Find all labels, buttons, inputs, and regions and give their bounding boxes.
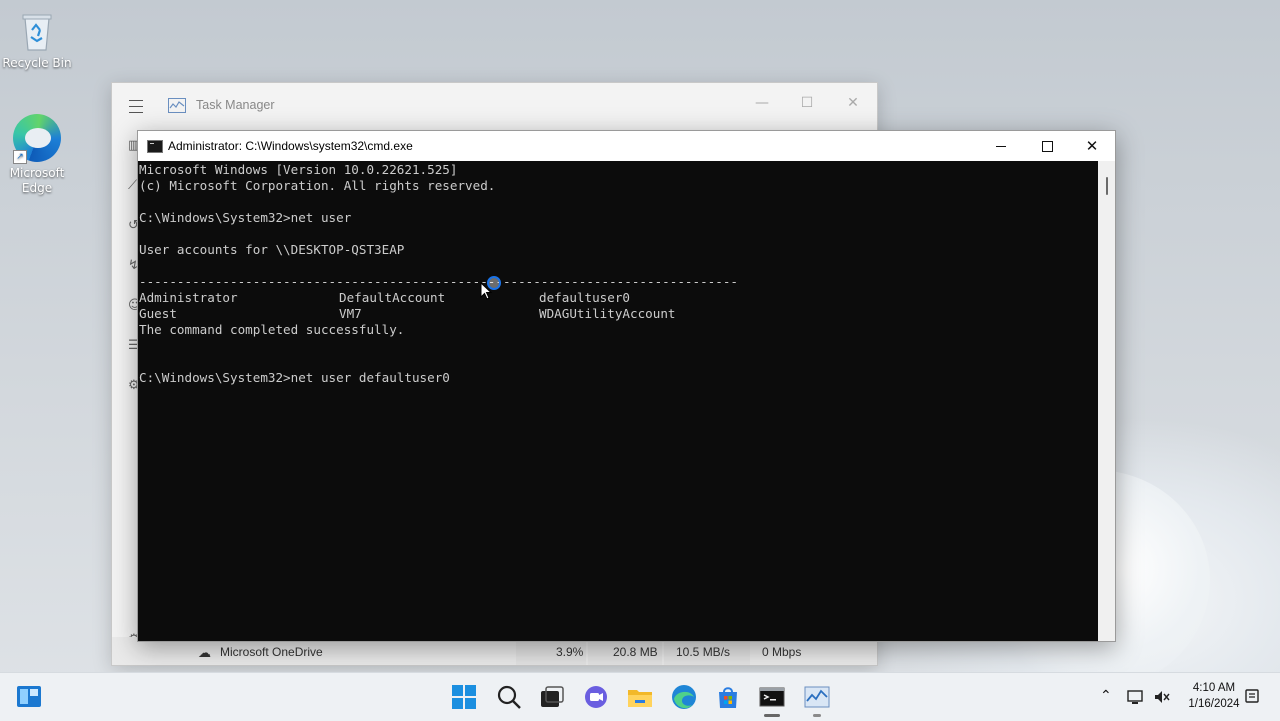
cloud-off-icon: ☁ <box>198 645 211 660</box>
hamburger-menu-icon[interactable] <box>129 100 143 113</box>
task-view-icon[interactable] <box>538 683 566 711</box>
console-prompt: C:\Windows\System32>net user defaultuser… <box>139 370 450 385</box>
clock-time[interactable]: 4:10 AM <box>1182 682 1246 694</box>
vertical-scrollbar[interactable] <box>1098 161 1115 641</box>
console-line: Microsoft Windows [Version 10.0.22621.52… <box>139 162 458 177</box>
recycle-bin-icon <box>19 10 55 52</box>
notification-icon[interactable] <box>1244 687 1262 707</box>
close-button[interactable]: ✕ <box>838 91 868 115</box>
console-output[interactable]: Microsoft Windows [Version 10.0.22621.52… <box>138 161 1098 641</box>
network-icon[interactable] <box>1126 687 1146 707</box>
maximize-button[interactable] <box>1024 131 1070 161</box>
account-name: WDAGUtilityAccount <box>539 306 676 321</box>
process-name: Microsoft OneDrive <box>220 645 323 659</box>
widgets-icon[interactable] <box>15 683 43 711</box>
file-explorer-icon[interactable] <box>626 683 654 711</box>
account-name: DefaultAccount <box>339 290 446 305</box>
task-manager-running-indicator <box>813 714 821 717</box>
account-name: Administrator <box>139 290 238 305</box>
edge-taskbar-icon[interactable] <box>670 683 698 711</box>
account-name: defaultuser0 <box>539 290 630 305</box>
mouse-pointer-icon <box>480 281 493 303</box>
desktop-icon-recycle-bin[interactable]: Recycle Bin <box>1 10 73 70</box>
start-button[interactable] <box>450 683 478 711</box>
account-name: Guest <box>139 306 177 321</box>
maximize-button[interactable]: ☐ <box>792 91 822 115</box>
terminal-active-indicator <box>764 714 780 717</box>
taskbar: ⌃ 4:10 AM 1/16/2024 <box>0 672 1280 721</box>
task-manager-app-icon <box>168 98 186 113</box>
desktop-icon-label: Recycle Bin <box>2 56 72 70</box>
minimize-button[interactable] <box>978 131 1024 161</box>
terminal-icon[interactable] <box>758 683 786 711</box>
console-line: C:\Windows\System32>net user <box>139 210 352 225</box>
console-line: User accounts for \\DESKTOP-QST3EAP <box>139 242 405 257</box>
microsoft-store-icon[interactable] <box>714 683 742 711</box>
desktop-icon-edge[interactable]: ↗ Microsoft Edge <box>1 114 73 196</box>
console-icon <box>147 140 163 153</box>
console-line: (c) Microsoft Corporation. All rights re… <box>139 178 496 193</box>
chevron-up-icon[interactable]: ⌃ <box>1100 687 1112 704</box>
cmd-titlebar[interactable]: Administrator: C:\Windows\system32\cmd.e… <box>138 131 1115 161</box>
desktop-icon-label: Microsoft Edge <box>9 166 65 195</box>
close-button[interactable]: ✕ <box>1069 131 1115 161</box>
account-name: VM7 <box>339 306 362 321</box>
console-separator: ----------------------------------------… <box>139 274 738 289</box>
memory-value: 20.8 MB <box>613 645 658 659</box>
edge-icon: ↗ <box>13 114 61 164</box>
cmd-window[interactable]: Administrator: C:\Windows\system32\cmd.e… <box>137 130 1116 642</box>
network-value: 0 Mbps <box>762 645 802 659</box>
task-manager-taskbar-icon[interactable] <box>803 683 831 711</box>
task-manager-title: Task Manager <box>196 98 275 112</box>
volume-muted-icon[interactable] <box>1152 687 1172 707</box>
shortcut-arrow-icon: ↗ <box>13 150 27 164</box>
console-line: The command completed successfully. <box>139 322 405 337</box>
disk-value: 10.5 MB/s <box>676 645 731 659</box>
search-icon[interactable] <box>495 683 523 711</box>
scrollbar-thumb[interactable] <box>1106 177 1108 195</box>
cmd-title: Administrator: C:\Windows\system32\cmd.e… <box>168 139 413 153</box>
teams-chat-icon[interactable] <box>582 683 610 711</box>
minimize-button[interactable]: — <box>747 91 777 115</box>
task-manager-titlebar[interactable]: Task Manager — ☐ ✕ <box>112 83 877 129</box>
clock-date[interactable]: 1/16/2024 <box>1180 698 1248 710</box>
cpu-value: 3.9% <box>556 645 584 659</box>
